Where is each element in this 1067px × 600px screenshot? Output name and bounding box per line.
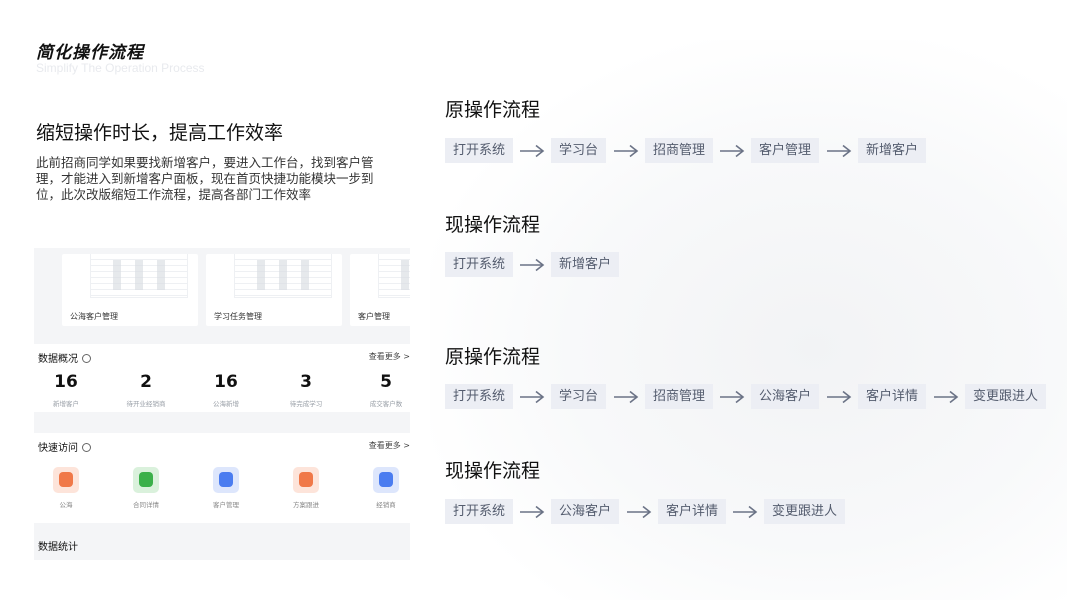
mini-card-caption: 公海客户管理 [70,312,118,321]
stat-value: 5 [380,372,392,392]
customer-manage-icon[interactable] [213,467,239,493]
data-statistics-label: 数据统计 [38,542,78,553]
quick-access-panel: 快速访问 查看更多 > 公海 合同详情 客户管理 方案跟进 经销商 [34,433,410,523]
data-overview-panel: 数据概况 查看更多 > 16 新增客户 2 待开业经销商 16 公海新增 3 待… [34,344,410,412]
flow-title: 原操作流程 [445,346,541,368]
stat-item: 2 待开业经销商 [111,372,181,408]
flow-step: 变更跟进人 [764,499,846,524]
stat-label: 新增客户 [53,400,79,408]
right-arrow-icon [613,390,638,404]
quick-more-link[interactable]: 查看更多 > [369,440,410,451]
flow-step: 公海客户 [551,499,620,524]
right-arrow-icon [826,144,851,158]
flow-step: 打开系统 [445,138,514,163]
stat-value: 2 [140,372,152,392]
flow-title: 原操作流程 [445,99,541,121]
dealer-icon[interactable] [373,467,399,493]
right-arrow-icon [520,258,545,272]
stat-item: 3 待完成学习 [271,372,341,408]
contract-icon[interactable] [133,467,159,493]
right-arrow-icon [733,505,758,519]
flow-step: 打开系统 [445,384,514,409]
plan-follow-icon[interactable] [293,467,319,493]
flow-step: 打开系统 [445,499,514,524]
mini-card: 学习任务管理 [206,254,342,326]
stat-item: 16 公海新增 [191,372,261,408]
stat-value: 16 [214,372,238,392]
flow-step: 客户详情 [658,499,727,524]
right-arrow-icon [520,505,545,519]
stat-value: 16 [54,372,78,392]
quick-item-label: 经销商 [376,501,396,509]
flow-title: 现操作流程 [445,214,541,236]
quick-title-text: 快速访问 [38,443,78,454]
section-description: 此前招商同学如果要找新增客户，要进入工作台，找到客户管理，才能进入到新增客户面板… [36,155,374,202]
right-arrow-icon [613,144,638,158]
right-arrow-icon [720,390,745,404]
right-arrow-icon [626,505,651,519]
quick-title: 快速访问 [38,439,91,454]
right-arrow-icon [520,144,545,158]
sea-customer-icon[interactable] [53,467,79,493]
page-title: 简化操作流程 [36,43,144,63]
flow-step: 学习台 [551,138,607,163]
quick-item-label: 公海 [59,501,73,509]
stat-label: 成交客户数 [369,400,403,408]
flow-step: 招商管理 [645,138,714,163]
mini-card: 客户管理 [350,254,410,326]
mini-card-caption: 学习任务管理 [214,312,262,321]
stat-label: 待开业经销商 [126,400,166,408]
overview-more-link[interactable]: 查看更多 > [369,351,410,362]
quick-item-label: 方案跟进 [293,501,319,509]
table-thumbnail [90,254,188,298]
flow-step: 变更跟进人 [965,384,1047,409]
quick-item-label: 合同详情 [133,501,159,509]
flow-step: 客户详情 [858,384,927,409]
flow-step: 招商管理 [645,384,714,409]
card-row: 公海客户管理 学习任务管理 客户管理 [34,248,410,326]
page-subtitle: Simplify The Operation Process [36,61,205,75]
overview-title: 数据概况 [38,350,91,365]
eye-icon [82,354,91,363]
flow-step: 打开系统 [445,252,514,277]
flow-step: 学习台 [551,384,607,409]
eye-icon [82,443,91,452]
table-thumbnail [234,254,332,298]
right-arrow-icon [520,390,545,404]
section-heading: 缩短操作时长，提高工作效率 [36,122,284,144]
mini-card-caption: 客户管理 [358,312,390,321]
right-arrow-icon [933,390,958,404]
stat-label: 公海新增 [213,400,239,408]
flow-title: 现操作流程 [445,460,541,482]
mini-card: 公海客户管理 [62,254,198,326]
stat-item: 16 新增客户 [34,372,101,408]
overview-title-text: 数据概况 [38,354,78,365]
stat-item: 5 成交客户数 [351,372,410,408]
stat-value: 3 [300,372,312,392]
quick-item-label: 客户管理 [213,501,239,509]
right-arrow-icon [720,144,745,158]
flow-step: 新增客户 [551,252,620,277]
flow-step: 新增客户 [858,138,927,163]
stat-label: 待完成学习 [289,400,323,408]
flow-step: 公海客户 [751,384,820,409]
table-thumbnail [378,254,410,298]
flow-step: 客户管理 [751,138,820,163]
app-screenshot-mockup: 公海客户管理 学习任务管理 客户管理 数据概况 查看更多 > 16 新增客户 2… [34,248,410,560]
right-arrow-icon [826,390,851,404]
